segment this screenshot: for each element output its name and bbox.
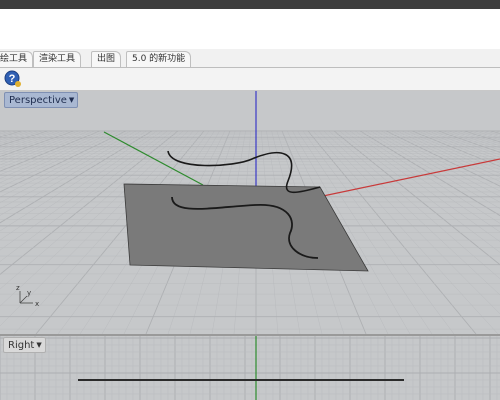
tab-new-in-5[interactable]: 5.0 的新功能 [126, 51, 192, 67]
window-title-bar [0, 0, 500, 9]
axis-indicator: x y z [16, 284, 39, 308]
axis-z-label: z [16, 284, 20, 292]
help-question-icon: ? [4, 70, 21, 87]
toolbar: ? [0, 68, 500, 91]
viewport-title-perspective[interactable]: Perspective ▼ [4, 92, 79, 108]
tab-drafting-tools[interactable]: 绘工具 [0, 51, 34, 67]
help-button[interactable]: ? [4, 70, 22, 88]
axis-y-label: y [27, 289, 31, 297]
right-canvas[interactable] [0, 336, 500, 400]
construction-grid [0, 336, 500, 400]
toolbar-tab-strip: 绘工具 渲染工具 出图 5.0 的新功能 [0, 49, 500, 68]
chevron-down-icon[interactable]: ▼ [69, 96, 74, 104]
tab-layout-output[interactable]: 出图 [91, 51, 122, 67]
right-viewport[interactable]: Right ▼ [0, 336, 500, 400]
viewport-label-perspective: Perspective [9, 95, 67, 106]
command-area [0, 9, 500, 50]
svg-text:?: ? [9, 73, 16, 85]
viewport-title-right[interactable]: Right ▼ [3, 337, 46, 353]
axis-x-label: x [35, 300, 39, 308]
viewport-label-right: Right [8, 340, 35, 351]
perspective-viewport[interactable]: x y z Perspective ▼ [0, 91, 500, 334]
chevron-down-icon[interactable]: ▼ [36, 341, 41, 349]
perspective-canvas[interactable]: x y z [0, 91, 500, 334]
tab-render-tools[interactable]: 渲染工具 [33, 51, 82, 67]
